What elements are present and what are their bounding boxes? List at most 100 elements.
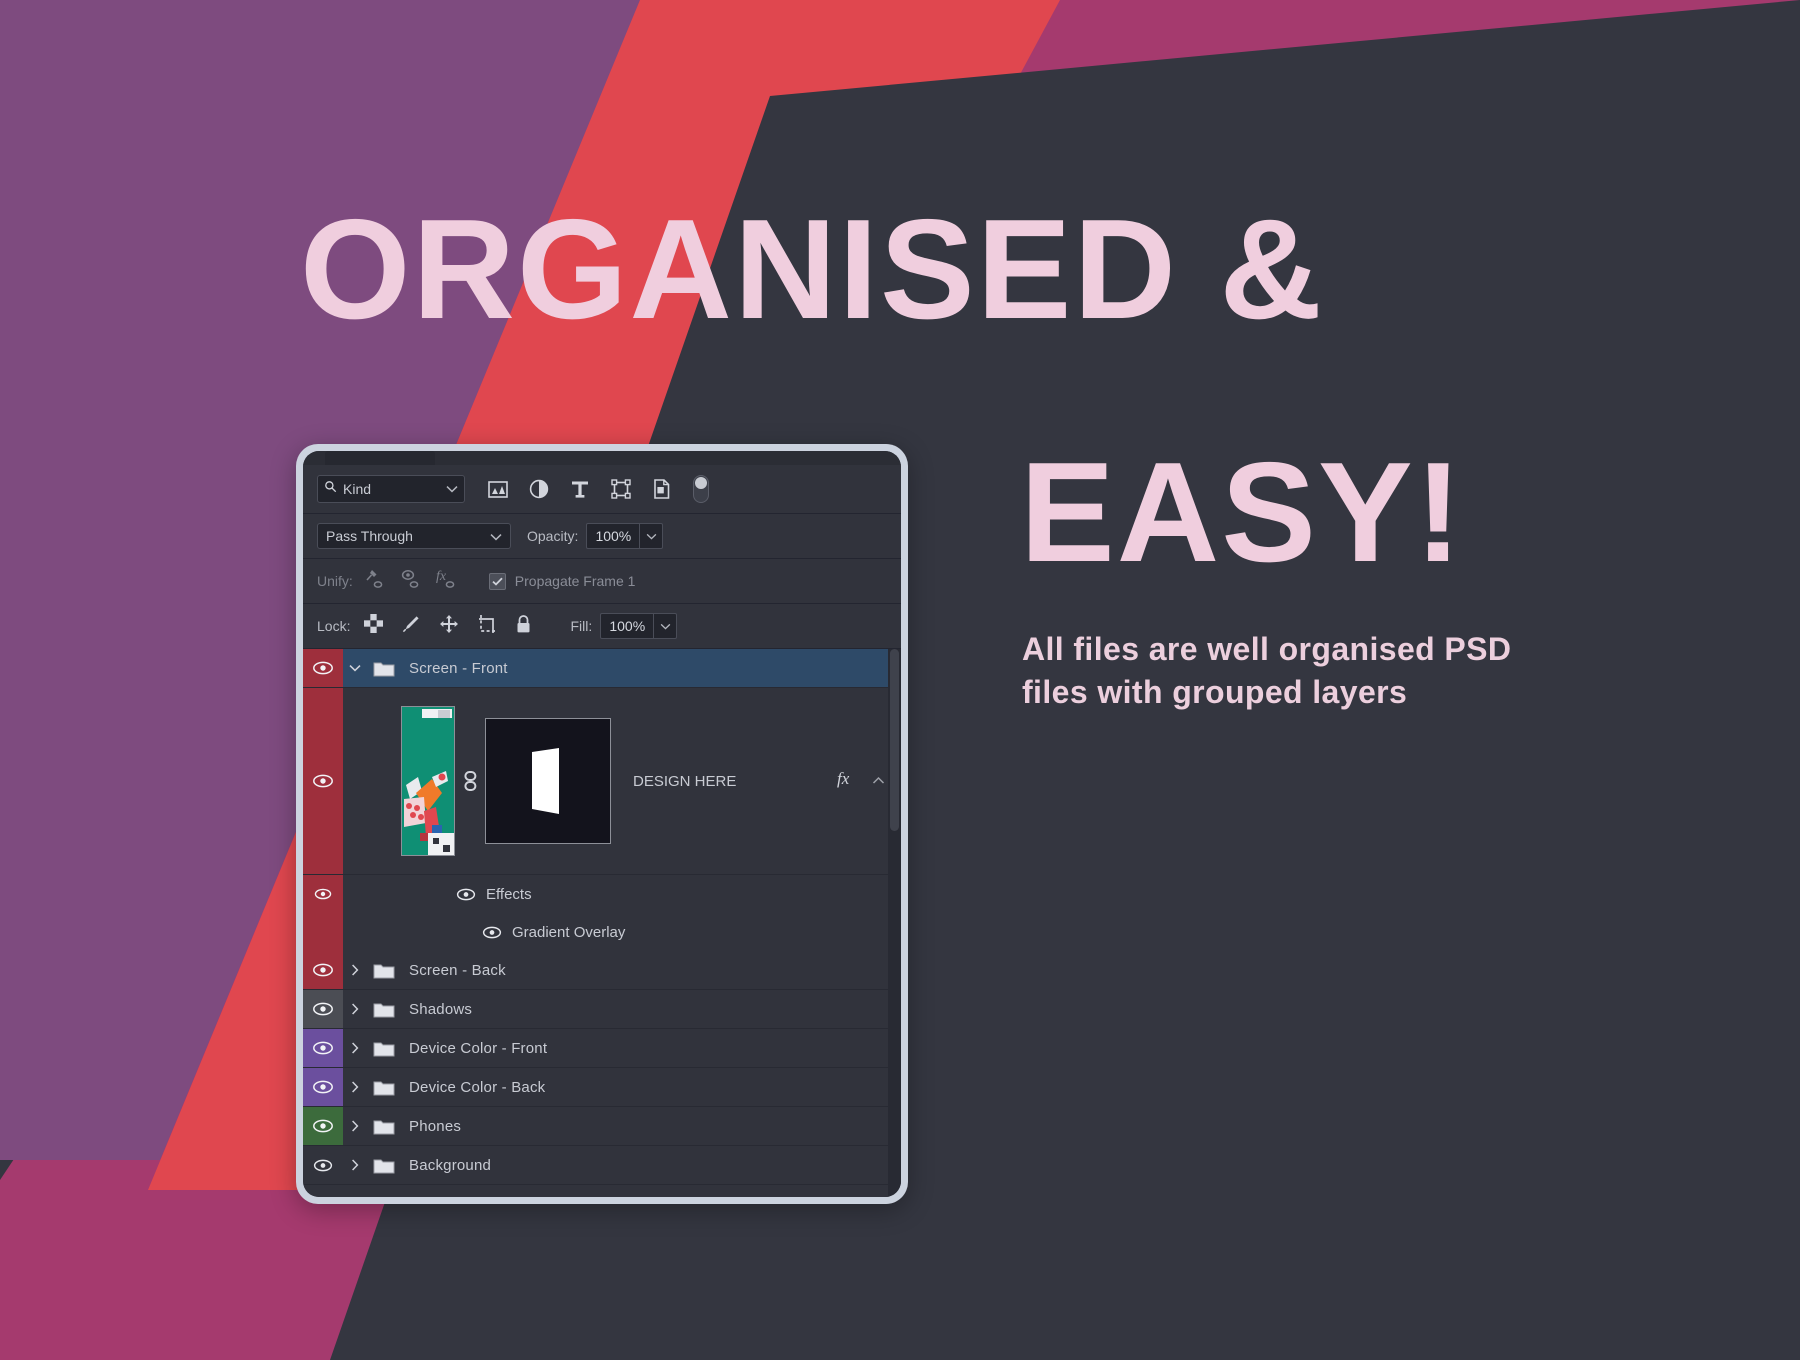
chevron-down-icon[interactable] [653, 614, 676, 638]
visibility-toggle[interactable] [303, 1068, 343, 1106]
layer-row-gradient-overlay[interactable]: Gradient Overlay [303, 913, 901, 951]
effect-label: Gradient Overlay [512, 923, 626, 941]
layer-row-device-color-front[interactable]: Device Color - Front [303, 1029, 901, 1068]
search-icon [324, 480, 337, 498]
headline-line-1: ORGANISED & [300, 190, 1324, 349]
photoshop-layers-panel: Kind Pass Through Opacity: 100% Unify: f… [296, 444, 908, 1204]
filter-toggle[interactable] [693, 475, 709, 503]
visibility-toggle[interactable] [303, 951, 343, 989]
visibility-toggle[interactable] [303, 1146, 343, 1184]
adjustment-layer-icon[interactable] [528, 478, 550, 500]
panel-body: Kind Pass Through Opacity: 100% Unify: f… [303, 451, 901, 1197]
layer-row-screen-back[interactable]: Screen - Back [303, 951, 901, 990]
filter-type-icons [487, 478, 673, 500]
layer-name: Background [409, 1156, 492, 1174]
fill-value: 100% [609, 618, 646, 634]
filter-kind-select[interactable]: Kind [317, 475, 465, 503]
visibility-toggle[interactable] [303, 875, 343, 913]
layer-name: Device Color - Back [409, 1078, 546, 1096]
unify-style-icon[interactable]: fx [435, 569, 457, 594]
layer-row-phones[interactable]: Phones [303, 1107, 901, 1146]
lock-icons [364, 614, 532, 639]
unify-icons: fx [363, 569, 457, 594]
lock-all-icon[interactable] [515, 614, 532, 639]
chevron-right-icon[interactable] [343, 1081, 367, 1093]
layer-name: Device Color - Front [409, 1039, 548, 1057]
folder-icon [367, 1157, 401, 1174]
effect-visibility-icon[interactable] [481, 926, 503, 939]
lock-transparency-icon[interactable] [364, 614, 384, 638]
propagate-frame-checkbox[interactable] [488, 572, 506, 590]
layer-name: Shadows [409, 1000, 473, 1018]
layer-row-device-color-back[interactable]: Device Color - Back [303, 1068, 901, 1107]
layer-row-design-here[interactable]: DESIGN HERE fx [303, 688, 901, 875]
headline-line-2: EASY! [1020, 433, 1464, 593]
fx-icon[interactable]: fx [836, 768, 858, 795]
opacity-label: Opacity: [527, 528, 579, 544]
type-layer-icon[interactable] [569, 478, 591, 500]
chevron-right-icon[interactable] [343, 964, 367, 976]
fill-field[interactable]: 100% [600, 613, 678, 639]
chevron-down-icon[interactable] [639, 524, 662, 548]
visibility-toggle[interactable] [303, 990, 343, 1028]
folder-icon [367, 1040, 401, 1057]
lock-row: Lock: Fill: 100% [303, 604, 901, 649]
layer-thumbnail[interactable] [401, 706, 455, 856]
chevron-down-icon[interactable] [343, 664, 367, 672]
scrollbar-thumb[interactable] [890, 649, 899, 831]
layer-list-scrollbar[interactable] [888, 649, 901, 1197]
lock-image-icon[interactable] [401, 614, 421, 639]
unify-position-icon[interactable] [363, 569, 385, 594]
layer-name: Phones [409, 1117, 462, 1135]
layers-tab[interactable] [325, 451, 435, 465]
layer-name: Screen - Front [409, 659, 508, 677]
visibility-toggle[interactable] [303, 1107, 343, 1145]
folder-icon [367, 1001, 401, 1018]
layer-row-screen-front[interactable]: Screen - Front [303, 649, 901, 688]
layer-row-shadows[interactable]: Shadows [303, 990, 901, 1029]
chevron-right-icon[interactable] [343, 1042, 367, 1054]
link-icon[interactable] [462, 771, 478, 791]
visibility-toggle[interactable] [303, 649, 343, 687]
layer-row-effects[interactable]: Effects [303, 875, 901, 913]
chevron-right-icon[interactable] [343, 1003, 367, 1015]
layer-list: Screen - Front DESIGN HERE fx Effects Gr… [303, 649, 901, 1197]
blend-mode-select[interactable]: Pass Through [317, 523, 511, 549]
shape-layer-icon[interactable] [610, 478, 632, 500]
fill-label: Fill: [570, 618, 593, 634]
opacity-value: 100% [595, 528, 632, 544]
unify-row: Unify: fx Propagate Frame 1 [303, 559, 901, 604]
layer-name: Screen - Back [409, 961, 506, 979]
blend-mode-value: Pass Through [326, 528, 413, 544]
svg-text:fx: fx [436, 569, 447, 584]
unify-label: Unify: [317, 573, 353, 589]
effects-visibility-icon[interactable] [455, 888, 477, 901]
chevron-up-icon[interactable] [872, 772, 885, 790]
layer-name: DESIGN HERE [633, 772, 737, 790]
pixel-layer-icon[interactable] [487, 478, 509, 500]
chevron-right-icon[interactable] [343, 1159, 367, 1171]
unify-visibility-icon[interactable] [399, 569, 421, 594]
lock-position-icon[interactable] [439, 614, 459, 639]
chevron-right-icon[interactable] [343, 1120, 367, 1132]
lock-label: Lock: [317, 618, 351, 634]
folder-icon [367, 660, 401, 677]
propagate-frame-label: Propagate Frame 1 [514, 573, 636, 589]
visibility-spacer [303, 913, 343, 951]
filter-kind-value: Kind [343, 481, 372, 497]
layer-mask-thumbnail[interactable] [485, 718, 611, 844]
smart-object-icon[interactable] [651, 478, 673, 500]
lock-artboard-icon[interactable] [477, 614, 497, 639]
svg-text:fx: fx [837, 769, 850, 788]
layer-row-background[interactable]: Background [303, 1146, 901, 1185]
folder-icon [367, 1079, 401, 1096]
filter-row: Kind [303, 465, 901, 514]
subtitle-text: All files are well organised PSD files w… [1022, 631, 1512, 710]
layer-content: DESIGN HERE fx [343, 688, 901, 874]
chevron-down-icon [490, 528, 502, 544]
panel-tab-strip [303, 451, 901, 465]
opacity-field[interactable]: 100% [586, 523, 664, 549]
visibility-toggle[interactable] [303, 1029, 343, 1067]
folder-icon [367, 1118, 401, 1135]
visibility-toggle[interactable] [303, 688, 343, 874]
